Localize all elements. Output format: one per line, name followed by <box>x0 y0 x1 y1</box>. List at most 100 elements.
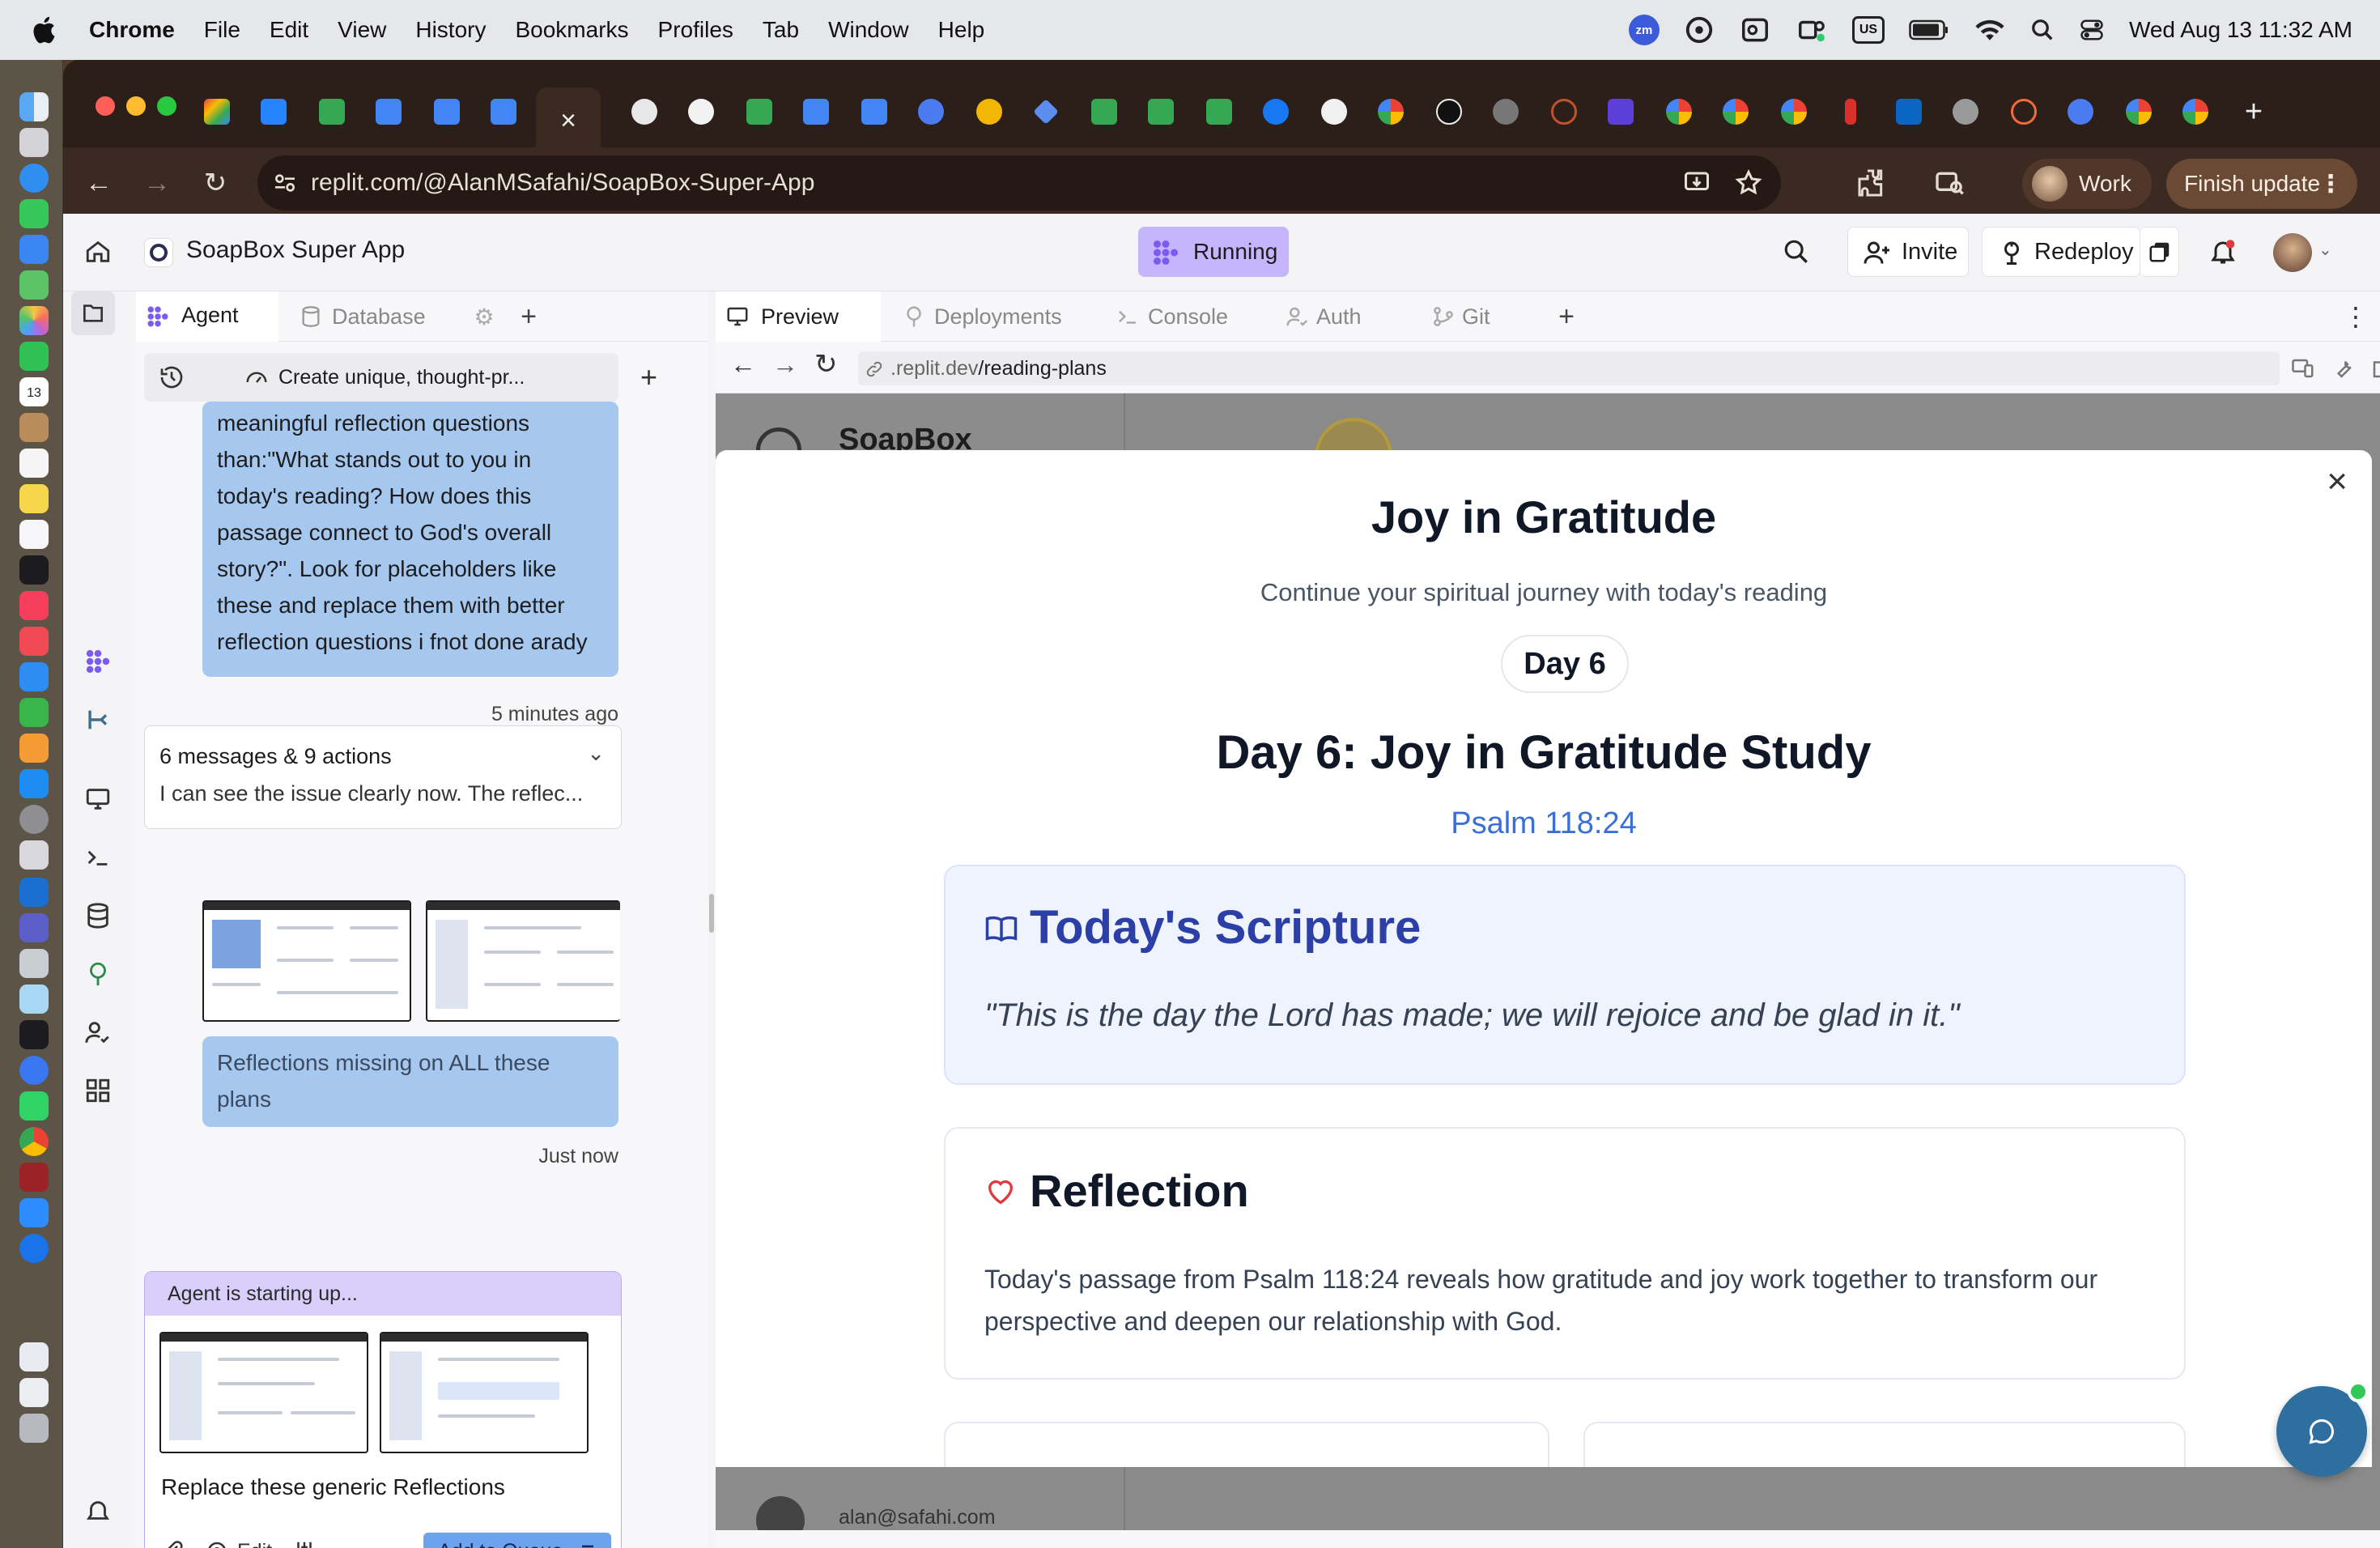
menu-app-name[interactable]: Chrome <box>89 17 175 43</box>
panel-resize-handle[interactable] <box>709 894 714 933</box>
launchpad-icon[interactable] <box>19 128 49 157</box>
install-app-icon[interactable] <box>1682 168 1711 198</box>
tab-google-3[interactable] <box>1711 87 1760 136</box>
home-icon[interactable] <box>84 238 112 266</box>
tab-app-2[interactable] <box>965 87 1014 136</box>
chrome-icon[interactable] <box>19 1127 49 1156</box>
reading-mode-icon[interactable] <box>1933 167 1966 199</box>
chevron-down-icon[interactable]: ⌄ <box>587 741 605 766</box>
tab-database[interactable]: Database <box>287 291 448 342</box>
tab-google-2[interactable] <box>1655 87 1703 136</box>
all-tools-icon[interactable] <box>84 1077 112 1104</box>
shell-icon[interactable] <box>84 844 112 871</box>
attached-screenshot-thumbnail[interactable] <box>202 900 411 1022</box>
freeform-icon[interactable] <box>19 520 49 549</box>
tab-app-6[interactable] <box>1826 87 1875 136</box>
attached-screenshot-thumbnail[interactable] <box>426 900 620 1022</box>
apple-icon[interactable] <box>29 14 62 46</box>
menu-view[interactable]: View <box>338 17 386 43</box>
signal-icon[interactable] <box>19 1056 49 1085</box>
reload-icon[interactable]: ↻ <box>199 167 232 199</box>
file-tree-button[interactable] <box>71 291 115 335</box>
control-center-icon[interactable] <box>2079 18 2105 42</box>
mail-icon[interactable] <box>19 235 49 264</box>
keynote-icon[interactable] <box>19 662 49 691</box>
tab-git[interactable]: Git <box>1420 291 1533 342</box>
photos-icon[interactable] <box>19 306 49 335</box>
devtools-wrench-icon[interactable] <box>2331 356 2356 381</box>
notes-icon[interactable] <box>19 484 49 513</box>
finder-window-icon[interactable] <box>19 949 49 978</box>
preview-back-icon[interactable]: ← <box>730 350 756 380</box>
preview-url-input[interactable]: .replit.dev/reading-plans <box>858 351 2280 385</box>
tab-app-9[interactable] <box>2056 87 2105 136</box>
tab-docs-4[interactable] <box>792 87 840 136</box>
deployments-tool-icon[interactable] <box>84 960 112 988</box>
address-bar[interactable]: replit.com/@AlanMSafahi/SoapBox-Super-Ap… <box>257 155 1781 211</box>
tab-active-replit[interactable]: × <box>536 87 601 154</box>
tab-x-circle[interactable] <box>677 87 725 136</box>
facetime-icon[interactable] <box>19 342 49 371</box>
finish-update-button[interactable]: Finish update ⋮ <box>2166 159 2357 209</box>
dictionary-icon[interactable] <box>19 1163 49 1192</box>
tab-gemini[interactable] <box>1022 87 1070 136</box>
tab-openai[interactable] <box>620 87 669 136</box>
teams-dock-icon[interactable] <box>19 913 49 942</box>
forward-icon[interactable]: → <box>141 167 173 199</box>
wifi-icon[interactable] <box>1974 17 2006 43</box>
user-avatar[interactable] <box>2273 233 2312 272</box>
devices-icon[interactable] <box>2291 356 2315 381</box>
headset-icon[interactable] <box>1684 15 1715 45</box>
notifications-bell-icon[interactable] <box>2208 238 2238 267</box>
chat-support-button[interactable] <box>2276 1381 2369 1477</box>
teams-icon[interactable] <box>1796 15 1828 45</box>
new-tab-button[interactable]: + <box>2229 87 2278 136</box>
maps-icon[interactable] <box>19 270 49 300</box>
sliders-icon[interactable] <box>292 1539 317 1548</box>
menu-history[interactable]: History <box>415 17 486 43</box>
preview-reload-icon[interactable]: ↻ <box>814 348 838 381</box>
menu-bookmarks[interactable]: Bookmarks <box>515 17 628 43</box>
tab-google-5[interactable] <box>2114 87 2163 136</box>
tab-docs-3[interactable] <box>479 87 528 136</box>
tab-sheets-1[interactable] <box>308 87 356 136</box>
downloads-stack-icon[interactable] <box>19 1342 49 1372</box>
preview-forward-icon[interactable]: → <box>772 350 798 380</box>
numbers-icon[interactable] <box>19 698 49 727</box>
tab-settings-gear[interactable]: ⚙ <box>460 291 508 342</box>
history-icon[interactable] <box>159 364 185 390</box>
tab-agent[interactable]: Agent <box>136 291 278 342</box>
bookmark-star-icon[interactable] <box>1734 168 1763 198</box>
preview-icon[interactable] <box>19 985 49 1014</box>
invite-button[interactable]: Invite <box>1847 227 1969 277</box>
menu-file[interactable]: File <box>204 17 240 43</box>
workflow-icon[interactable] <box>84 706 112 734</box>
tab-app-8[interactable] <box>2000 87 2048 136</box>
menu-window[interactable]: Window <box>828 17 909 43</box>
zoom-window-button[interactable] <box>157 96 176 116</box>
tab-sheets-5[interactable] <box>1195 87 1243 136</box>
app-store-icon[interactable] <box>19 769 49 798</box>
menu-tab[interactable]: Tab <box>763 17 799 43</box>
system-settings-icon[interactable] <box>19 805 49 834</box>
tab-auth[interactable]: Auth <box>1274 291 1404 342</box>
tab-gmail[interactable] <box>193 87 241 136</box>
zoom-dock-icon[interactable] <box>19 1198 49 1227</box>
calendar-icon[interactable]: 13 <box>19 377 49 406</box>
edit-button[interactable]: Edit <box>205 1536 272 1548</box>
whatsapp-icon[interactable] <box>19 1091 49 1121</box>
tab-linkedin[interactable] <box>1885 87 1933 136</box>
extensions-icon[interactable] <box>1855 167 1888 199</box>
tab-app-7[interactable] <box>1941 87 1990 136</box>
redeploy-button[interactable]: Redeploy <box>1982 227 2140 277</box>
tab-facebook[interactable] <box>1252 87 1300 136</box>
tab-docs-5[interactable] <box>850 87 899 136</box>
music-icon[interactable] <box>19 591 49 620</box>
tab-sheets-3[interactable] <box>1080 87 1128 136</box>
tab-jira[interactable] <box>249 87 298 136</box>
tab-x[interactable] <box>1425 87 1473 136</box>
tab-docs-1[interactable] <box>364 87 413 136</box>
close-tab-icon[interactable]: × <box>560 105 576 137</box>
tab-app-5[interactable] <box>1596 87 1645 136</box>
agent-tool-icon[interactable] <box>84 648 112 675</box>
